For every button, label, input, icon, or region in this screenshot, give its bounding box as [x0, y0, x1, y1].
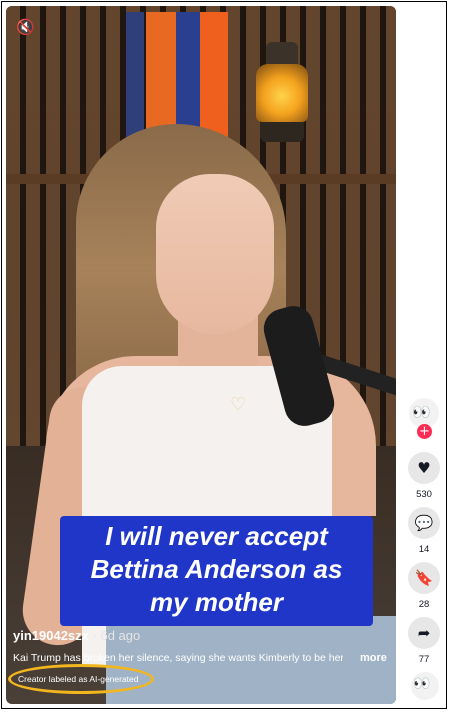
comment-count: 14: [418, 544, 430, 555]
share-arrow-icon: ➦: [417, 624, 431, 642]
sound-disc-icon: 👀: [413, 676, 431, 692]
like-button[interactable]: ♥: [408, 452, 440, 484]
like-count: 530: [416, 489, 432, 500]
bookmark-icon: 🔖: [414, 569, 434, 587]
volume-muted-icon[interactable]: 🔇: [16, 18, 35, 36]
post-age: · 6d ago: [88, 628, 141, 643]
share-button[interactable]: ➦: [408, 617, 440, 649]
more-button[interactable]: more: [360, 652, 387, 664]
follow-button[interactable]: +: [417, 424, 432, 439]
comment-button[interactable]: 💬: [408, 507, 440, 539]
background-lamp: [252, 36, 314, 146]
action-rail: 👀 + ♥ 530 💬 14 🔖 28 ➦ 77 👀: [403, 0, 447, 712]
person-face: [156, 174, 274, 334]
sound-disc[interactable]: 👀: [411, 672, 439, 700]
author-username[interactable]: yin19042szx: [13, 628, 89, 643]
video-caption: I will never accept Bettina Anderson as …: [90, 521, 343, 617]
share-count: 77: [418, 654, 430, 665]
highlight-ring: [8, 664, 154, 694]
heart-necklace-icon: ♡: [230, 394, 247, 415]
save-button[interactable]: 🔖: [408, 562, 440, 594]
video-description: Kai Trump has broken her silence, saying…: [13, 652, 343, 664]
save-count: 28: [418, 599, 430, 610]
heart-icon: ♥: [417, 459, 431, 477]
avatar-face-icon: 👀: [412, 403, 431, 421]
author-line[interactable]: yin19042szx · 6d ago: [13, 628, 140, 643]
comment-icon: 💬: [414, 514, 434, 532]
